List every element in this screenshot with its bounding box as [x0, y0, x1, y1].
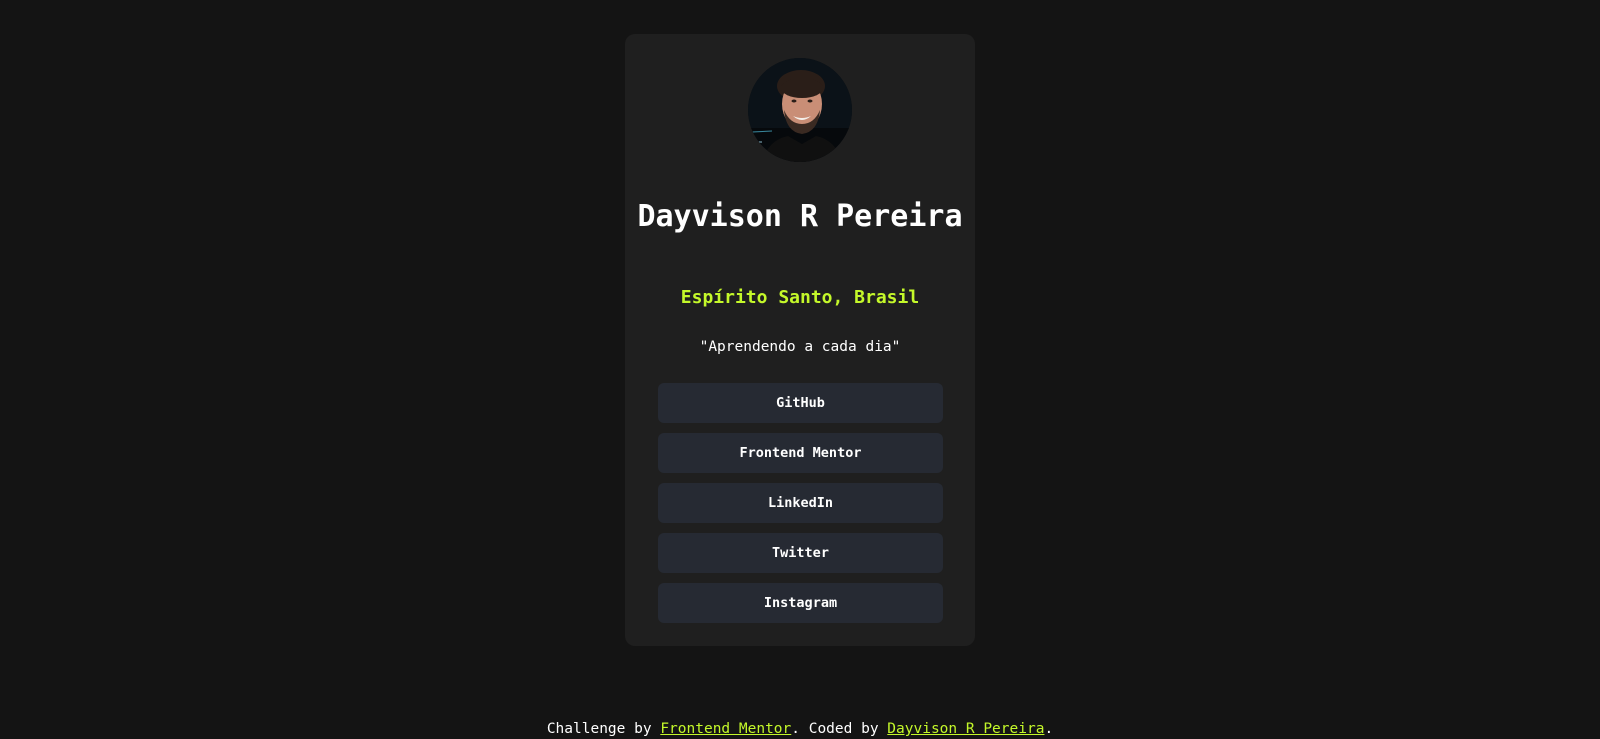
instagram-link-button[interactable]: Instagram	[658, 583, 943, 623]
profile-location: Espírito Santo, Brasil	[680, 287, 920, 308]
frontend-mentor-footer-link[interactable]: Frontend Mentor	[660, 721, 791, 737]
profile-name: Dayvison R Pereira	[637, 199, 963, 234]
profile-card: Dayvison R Pereira Espírito Santo, Brasi…	[625, 34, 975, 646]
avatar-image	[748, 58, 852, 162]
attribution-prefix: Challenge by	[546, 721, 661, 737]
twitter-link-button[interactable]: Twitter	[658, 533, 943, 573]
attribution-footer: Challenge by Frontend Mentor. Coded by D…	[0, 719, 1600, 739]
linkedin-link-button[interactable]: LinkedIn	[658, 483, 943, 523]
github-link-button[interactable]: GitHub	[658, 383, 943, 423]
avatar	[748, 58, 852, 162]
author-footer-link[interactable]: Dayvison R Pereira	[887, 721, 1044, 737]
attribution-middle: . Coded by	[791, 721, 888, 737]
frontend-mentor-link-button[interactable]: Frontend Mentor	[658, 433, 943, 473]
attribution-suffix: .	[1044, 721, 1054, 737]
profile-bio: "Aprendendo a cada dia"	[699, 339, 901, 355]
social-links: GitHub Frontend Mentor LinkedIn Twitter …	[658, 383, 943, 633]
